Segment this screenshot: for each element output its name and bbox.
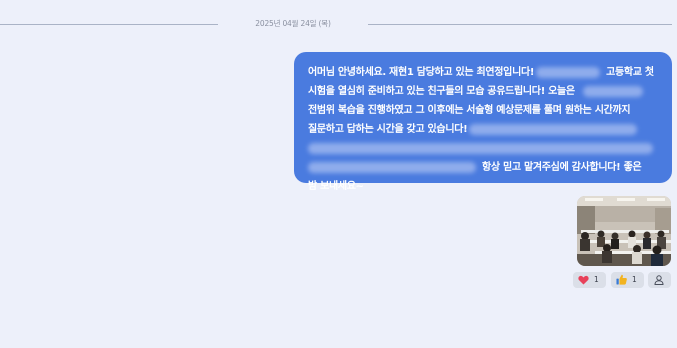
message-line-4-text: 질문하고 답하는 시간을 갖고 있습니다!	[308, 124, 468, 135]
message-line-6-text: 항상 믿고 맡겨주심에 감사합니다! 좋은	[482, 162, 642, 173]
message-line-2-text: 시험을 열심히 준비하고 있는 친구들의 모습 공유드립니다! 오늘은	[308, 86, 575, 97]
message-line-7: 밤 보내세요~	[308, 181, 364, 192]
thumbs-up-icon	[616, 274, 627, 285]
redacted-name	[536, 66, 601, 78]
heart-count: 1	[594, 275, 599, 284]
date-separator-line-left	[0, 24, 218, 25]
message-line-1-end: 고등학교 첫	[606, 67, 654, 78]
message-line-6: 항상 믿고 맡겨주심에 감사합니다! 좋은	[308, 158, 658, 177]
redacted-text	[308, 142, 653, 154]
date-separator: 2025년 04월 24일 (목)	[0, 16, 677, 34]
redacted-text	[469, 123, 638, 135]
date-label: 2025년 04월 24일 (목)	[255, 19, 331, 28]
message-line-3: 전범위 복습을 진행하였고 그 이후에는 서술형 예상문제를 풀며 원하는 시간…	[308, 105, 631, 116]
thumbs-count: 1	[632, 275, 637, 284]
message-bubble[interactable]: 어머님 안녕하세요. 재현1 담당하고 있는 최연정입니다! 고등학교 첫 시험을…	[294, 52, 672, 192]
classroom-photo-image	[577, 196, 671, 266]
redacted-text	[308, 161, 476, 173]
person-icon	[654, 275, 664, 285]
redacted-text	[582, 85, 643, 97]
classroom-photo[interactable]	[577, 196, 671, 266]
message-line-1: 어머님 안녕하세요. 재현1 담당하고 있는 최연정입니다! 고등학교 첫	[308, 63, 658, 82]
message-line-4: 질문하고 답하는 시간을 갖고 있습니다!	[308, 120, 658, 139]
message-line-5	[308, 139, 658, 158]
message-line-1-text: 어머님 안녕하세요. 재현1 담당하고 있는 최연정입니다!	[308, 67, 535, 78]
heart-icon	[578, 275, 589, 285]
heart-reaction[interactable]: 1	[573, 272, 606, 288]
thumbs-up-reaction[interactable]: 1	[611, 272, 644, 288]
date-separator-line-right	[368, 24, 672, 25]
add-reaction-button[interactable]	[648, 272, 671, 288]
message-line-2: 시험을 열심히 준비하고 있는 친구들의 모습 공유드립니다! 오늘은	[308, 82, 658, 101]
reaction-bar: 1 1	[572, 272, 672, 288]
